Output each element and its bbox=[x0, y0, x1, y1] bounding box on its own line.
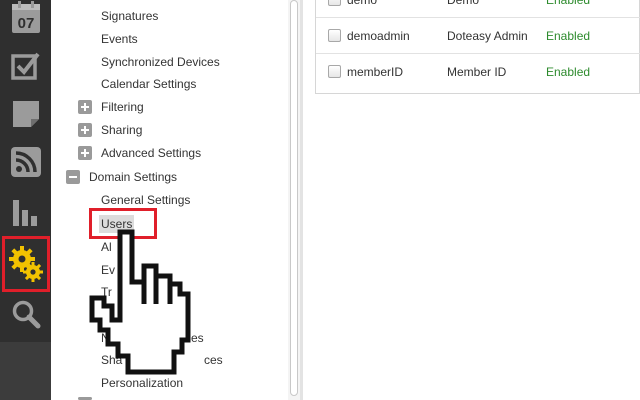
tree-item-advanced-settings[interactable]: Advanced Settings bbox=[101, 144, 201, 162]
tasks-button[interactable] bbox=[0, 42, 51, 90]
username-cell: memberID bbox=[347, 65, 404, 79]
tree-item-signatures[interactable]: Signatures bbox=[101, 7, 158, 25]
calendar-icon: 07 bbox=[11, 1, 40, 33]
user-table: demo Demo Enabled demoadmin Doteasy Admi… bbox=[315, 0, 640, 94]
tree-item-sha-suffix: ces bbox=[204, 353, 223, 367]
tree-item-general-settings[interactable]: General Settings bbox=[101, 191, 190, 209]
feeds-button[interactable] bbox=[0, 138, 51, 186]
svg-text:07: 07 bbox=[17, 15, 34, 32]
toolbar-bottom-area bbox=[0, 342, 51, 400]
sticky-note-icon bbox=[12, 101, 39, 127]
tree-item-filtering[interactable]: Filtering bbox=[101, 98, 144, 116]
tree-scrollbar[interactable] bbox=[288, 0, 300, 400]
display-name-cell: Member ID bbox=[447, 65, 507, 79]
row-checkbox[interactable] bbox=[328, 65, 341, 78]
search-button[interactable] bbox=[0, 290, 51, 338]
tree-item-n-suffix: es bbox=[191, 331, 204, 345]
tree-scrollbar-thumb[interactable] bbox=[290, 0, 298, 396]
status-cell: Enabled bbox=[546, 29, 591, 43]
expand-filtering-icon[interactable] bbox=[78, 100, 92, 114]
tree-item-synchronized-devices[interactable]: Synchronized Devices bbox=[101, 53, 220, 71]
tree-item-n[interactable]: N bbox=[101, 329, 110, 347]
tree-item-domain-settings[interactable]: Domain Settings bbox=[89, 168, 177, 186]
status-cell: Enabled bbox=[546, 0, 591, 7]
row-checkbox[interactable] bbox=[328, 0, 341, 6]
tree-item-personalization[interactable]: Personalization bbox=[101, 374, 183, 392]
tree-item-events[interactable]: Events bbox=[101, 30, 138, 48]
settings-tree: Signatures Events Synchronized Devices C… bbox=[51, 0, 288, 400]
calendar-button[interactable]: 07 bbox=[0, 0, 51, 42]
reports-button[interactable] bbox=[0, 188, 51, 236]
table-row[interactable]: demoadmin Doteasy Admin Enabled bbox=[316, 18, 640, 54]
display-name-cell: Demo bbox=[447, 0, 480, 7]
search-icon bbox=[12, 300, 40, 329]
row-checkbox[interactable] bbox=[328, 29, 341, 42]
username-cell: demoadmin bbox=[347, 29, 410, 43]
notes-button[interactable] bbox=[0, 90, 51, 138]
tree-item-ev[interactable]: Ev bbox=[101, 261, 115, 279]
users-highlight-box bbox=[89, 208, 157, 239]
rss-icon bbox=[10, 147, 41, 177]
checkbox-tasks-icon bbox=[10, 52, 40, 80]
tree-item-calendar-settings[interactable]: Calendar Settings bbox=[101, 75, 196, 93]
user-list-panel: demo Demo Enabled demoadmin Doteasy Admi… bbox=[303, 0, 640, 400]
app-toolbar: 07 bbox=[0, 0, 51, 400]
status-cell: Enabled bbox=[546, 65, 591, 79]
tree-item-sha[interactable]: Sha bbox=[101, 351, 122, 369]
collapse-domain-settings-icon[interactable] bbox=[66, 170, 80, 184]
table-row[interactable]: demo Demo Enabled bbox=[316, 0, 640, 18]
expand-sharing-icon[interactable] bbox=[78, 123, 92, 137]
username-cell: demo bbox=[347, 0, 378, 7]
tree-item-tr[interactable]: Tr bbox=[101, 283, 112, 301]
settings-highlight-box bbox=[2, 236, 50, 292]
tree-item-sharing[interactable]: Sharing bbox=[101, 121, 142, 139]
table-row[interactable]: memberID Member ID Enabled bbox=[316, 54, 640, 90]
display-name-cell: Doteasy Admin bbox=[447, 29, 528, 43]
tree-item-al[interactable]: Al bbox=[101, 238, 112, 256]
bar-chart-icon bbox=[12, 200, 37, 226]
expand-advanced-settings-icon[interactable] bbox=[78, 146, 92, 160]
